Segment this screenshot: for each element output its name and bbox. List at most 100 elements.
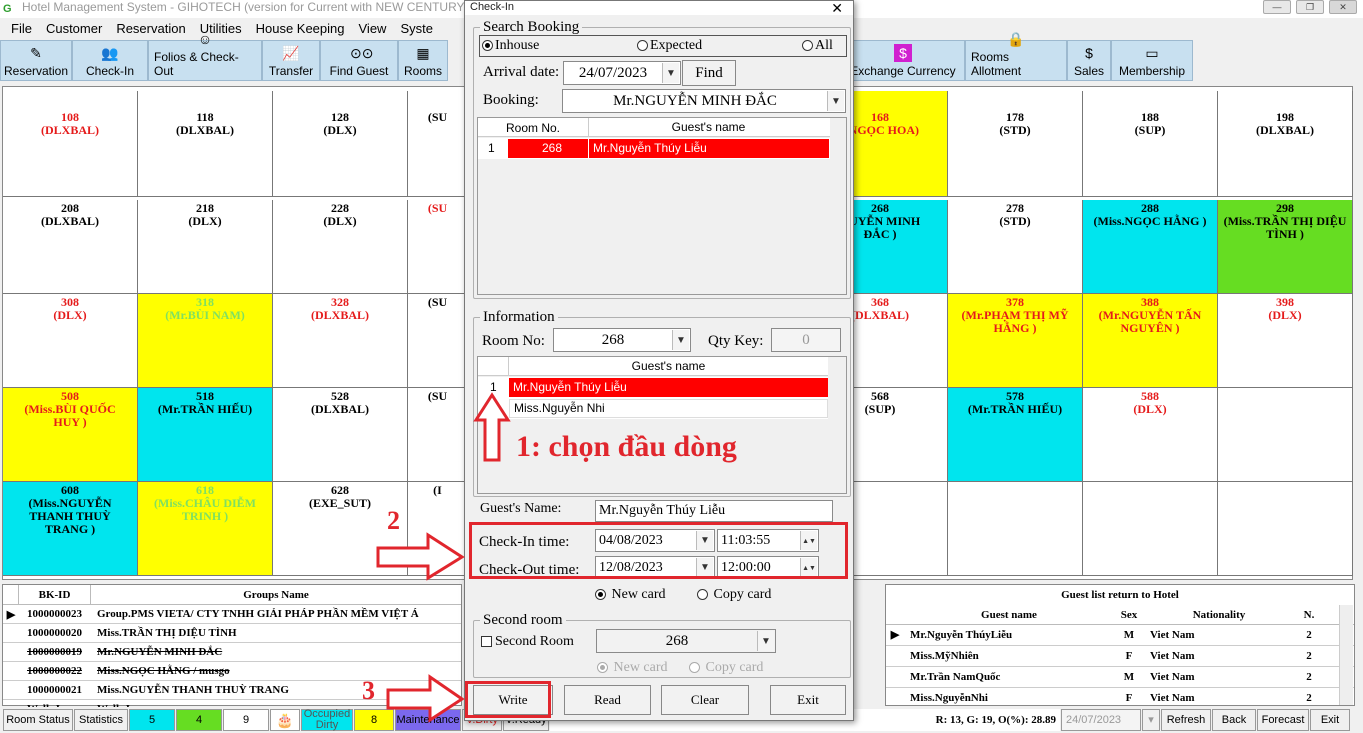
guest-row[interactable]: Miss.NguyễnNhi F Viet Nam 2 — [886, 688, 1354, 709]
second-room-select[interactable]: 268 ▼ — [596, 629, 776, 653]
room-cell[interactable]: 288 (Miss.NGỌC HẰNG ) — [1083, 200, 1218, 294]
qty-key-field[interactable]: 0 — [771, 328, 841, 352]
new-card-radio[interactable]: New card — [595, 587, 666, 603]
menu-item-5[interactable]: View — [352, 19, 394, 39]
room-cell[interactable]: 378 (Mr.PHẠM THỊ MỸ HẰNG ) — [948, 294, 1083, 388]
group-name-cell: Mr.NGUYỄN MINH ĐẮC — [97, 646, 223, 658]
room-no-select[interactable]: 268 ▼ — [553, 328, 691, 352]
room-detail: (Mr.TRẦN HIẾU) — [967, 402, 1063, 416]
toolbar-reservation[interactable]: ✎ Reservation — [0, 40, 72, 81]
room-cell[interactable]: 178 (STD) — [948, 91, 1083, 197]
room-cell[interactable]: 118 (DLXBAL) — [138, 91, 273, 197]
room-cell[interactable]: 528 (DLXBAL) — [273, 388, 408, 482]
room-cell[interactable]: 298 (Miss.TRẦN THỊ DIỆU TÌNH ) — [1218, 200, 1353, 294]
room-cell[interactable] — [948, 482, 1083, 576]
restore-button[interactable]: ❐ — [1296, 0, 1324, 14]
row-pointer-icon — [886, 667, 904, 687]
room-cell[interactable]: 108 (DLXBAL) — [3, 91, 138, 197]
room-cell[interactable] — [1083, 482, 1218, 576]
refresh-button[interactable]: Refresh — [1161, 709, 1211, 731]
guest-row[interactable]: ▶ Mr.Nguyễn ThúyLiễu M Viet Nam 2 — [886, 625, 1354, 646]
guest-row-2[interactable]: Miss.Nguyễn Nhi — [509, 399, 828, 418]
room-cell[interactable]: 318 (Mr.BÙI NAM) — [138, 294, 273, 388]
toolbar-find-guest[interactable]: ⊙⊙ Find Guest — [320, 40, 398, 81]
room-cell[interactable]: 588 (DLX) — [1083, 388, 1218, 482]
exit-button[interactable]: Exit — [770, 685, 846, 715]
toolbar-rooms-allotment[interactable]: 🔒 Rooms Allotment — [965, 31, 1067, 81]
guest-row[interactable]: Miss.MỹNhiên F Viet Nam 2 — [886, 646, 1354, 667]
room-cell[interactable]: 128 (DLX) — [273, 91, 408, 197]
guest-row-1[interactable]: Mr.Nguyễn Thúy Liễu — [509, 378, 828, 397]
room-status-button[interactable]: Room Status — [3, 709, 73, 731]
room-cell[interactable]: 198 (DLXBAL) — [1218, 91, 1353, 197]
status-date[interactable]: 24/07/2023 — [1061, 709, 1141, 731]
room-cell[interactable]: (SU — [408, 91, 468, 197]
room-cell[interactable]: 208 (DLXBAL) — [3, 200, 138, 294]
guest-cell: 2 — [1306, 671, 1312, 683]
guest-cell: 2 — [1306, 692, 1312, 704]
table-row[interactable]: ▶ 1000000023 Group.PMS VIETA/ CTY TNHH GIẢ… — [3, 605, 461, 624]
toolbar-exchange-currency[interactable]: $ Exchange Currency — [841, 40, 965, 81]
booking-select[interactable]: Mr.NGUYỄN MINH ĐẮC ▼ — [562, 89, 846, 113]
second-new-card-radio[interactable]: New card — [597, 660, 668, 676]
room-cell[interactable]: 308 (DLX) — [3, 294, 138, 388]
table-row[interactable]: 1000000020 Miss.TRẦN THỊ DIỆU TÌNH — [3, 624, 461, 643]
exit-app-button[interactable]: Exit — [1310, 709, 1350, 731]
room-cell[interactable]: 578 (Mr.TRẦN HIẾU) — [948, 388, 1083, 482]
guestlist-scrollbar[interactable] — [1339, 605, 1353, 705]
minimize-button[interactable]: — — [1263, 0, 1291, 14]
room-cell[interactable]: 188 (SUP) — [1083, 91, 1218, 197]
guest-row[interactable]: Mr.Trần NamQuốc M Viet Nam 2 — [886, 667, 1354, 688]
menu-item-4[interactable]: House Keeping — [249, 19, 352, 39]
arrival-date-field[interactable]: 24/07/2023 ▼ — [563, 61, 681, 85]
inhouse-radio[interactable]: Inhouse — [482, 38, 539, 54]
room-cell[interactable]: 328 (DLXBAL) — [273, 294, 408, 388]
room-cell[interactable]: 518 (Mr.TRẦN HIẾU) — [138, 388, 273, 482]
copy-card-radio[interactable]: Copy card — [697, 587, 771, 603]
menu-item-2[interactable]: Reservation — [109, 19, 192, 39]
room-cell[interactable]: 618 (Miss.CHÂU DIỄM TRINH ) — [138, 482, 273, 576]
pen-icon: ✎ — [30, 45, 42, 61]
menu-item-0[interactable]: File — [4, 19, 39, 39]
room-cell[interactable]: 228 (DLX) — [273, 200, 408, 294]
room-cell[interactable]: (SU — [408, 294, 468, 388]
room-cell[interactable]: 608 (Miss.NGUYỄN THANH THUỲ TRANG ) — [3, 482, 138, 576]
second-copy-card-radio[interactable]: Copy card — [689, 660, 763, 676]
menu-item-6[interactable]: Syste — [393, 19, 440, 39]
room-cell[interactable]: 398 (DLX) — [1218, 294, 1353, 388]
close-icon[interactable]: ✕ — [831, 0, 843, 17]
room-number: (SU — [427, 295, 448, 309]
toolbar-check-in[interactable]: 👥 Check-In — [72, 40, 148, 81]
toolbar-membership[interactable]: ▭ Membership — [1111, 40, 1193, 81]
room-cell[interactable]: (SU — [408, 388, 468, 482]
expected-radio[interactable]: Expected — [637, 38, 702, 54]
read-button[interactable]: Read — [564, 685, 651, 715]
room-cell[interactable]: 278 (STD) — [948, 200, 1083, 294]
clear-button[interactable]: Clear — [661, 685, 749, 715]
booking-room-row[interactable]: 1 268 Mr.Nguyễn Thúy Liễu — [478, 138, 830, 159]
all-radio[interactable]: All — [802, 38, 833, 54]
forecast-button[interactable]: Forecast — [1257, 709, 1309, 731]
toolbar-sales[interactable]: $ Sales — [1067, 40, 1111, 81]
close-window-button[interactable]: ✕ — [1329, 0, 1357, 14]
statistics-button[interactable]: Statistics — [74, 709, 128, 731]
room-cell[interactable]: 388 (Mr.NGUYỄN TẤN NGUYÊN ) — [1083, 294, 1218, 388]
room-cell[interactable] — [1218, 388, 1353, 482]
room-cell[interactable]: (SU — [408, 200, 468, 294]
room-cell[interactable]: 218 (DLX) — [138, 200, 273, 294]
toolbar-folios-check-out[interactable]: ☺ Folios & Check-Out — [148, 31, 262, 81]
room-cell[interactable] — [1218, 482, 1353, 576]
group-name-cell: Group.PMS VIETA/ CTY TNHH GIẢI PHÁP PHẦN… — [97, 608, 419, 620]
booking-rooms-table: Room No. Guest's name 1 268 Mr.Nguyễn Th… — [477, 117, 847, 295]
menu-item-1[interactable]: Customer — [39, 19, 109, 39]
second-room-checkbox[interactable]: Second Room — [481, 634, 574, 650]
guest-name-field[interactable]: Mr.Nguyễn Thúy Liễu — [595, 500, 833, 522]
toolbar-transfer[interactable]: 📈 Transfer — [262, 40, 320, 81]
room-cell[interactable]: 508 (Miss.BÙI QUỐC HUY ) — [3, 388, 138, 482]
table-row[interactable]: 1000000019 Mr.NGUYỄN MINH ĐẮC — [3, 643, 461, 662]
toolbar-rooms[interactable]: ▦ Rooms — [398, 40, 448, 81]
room-detail: (DLXBAL) — [40, 214, 99, 228]
find-button[interactable]: Find — [682, 60, 736, 86]
date-dropdown-icon[interactable]: ▾ — [1142, 709, 1160, 731]
back-button[interactable]: Back — [1212, 709, 1256, 731]
